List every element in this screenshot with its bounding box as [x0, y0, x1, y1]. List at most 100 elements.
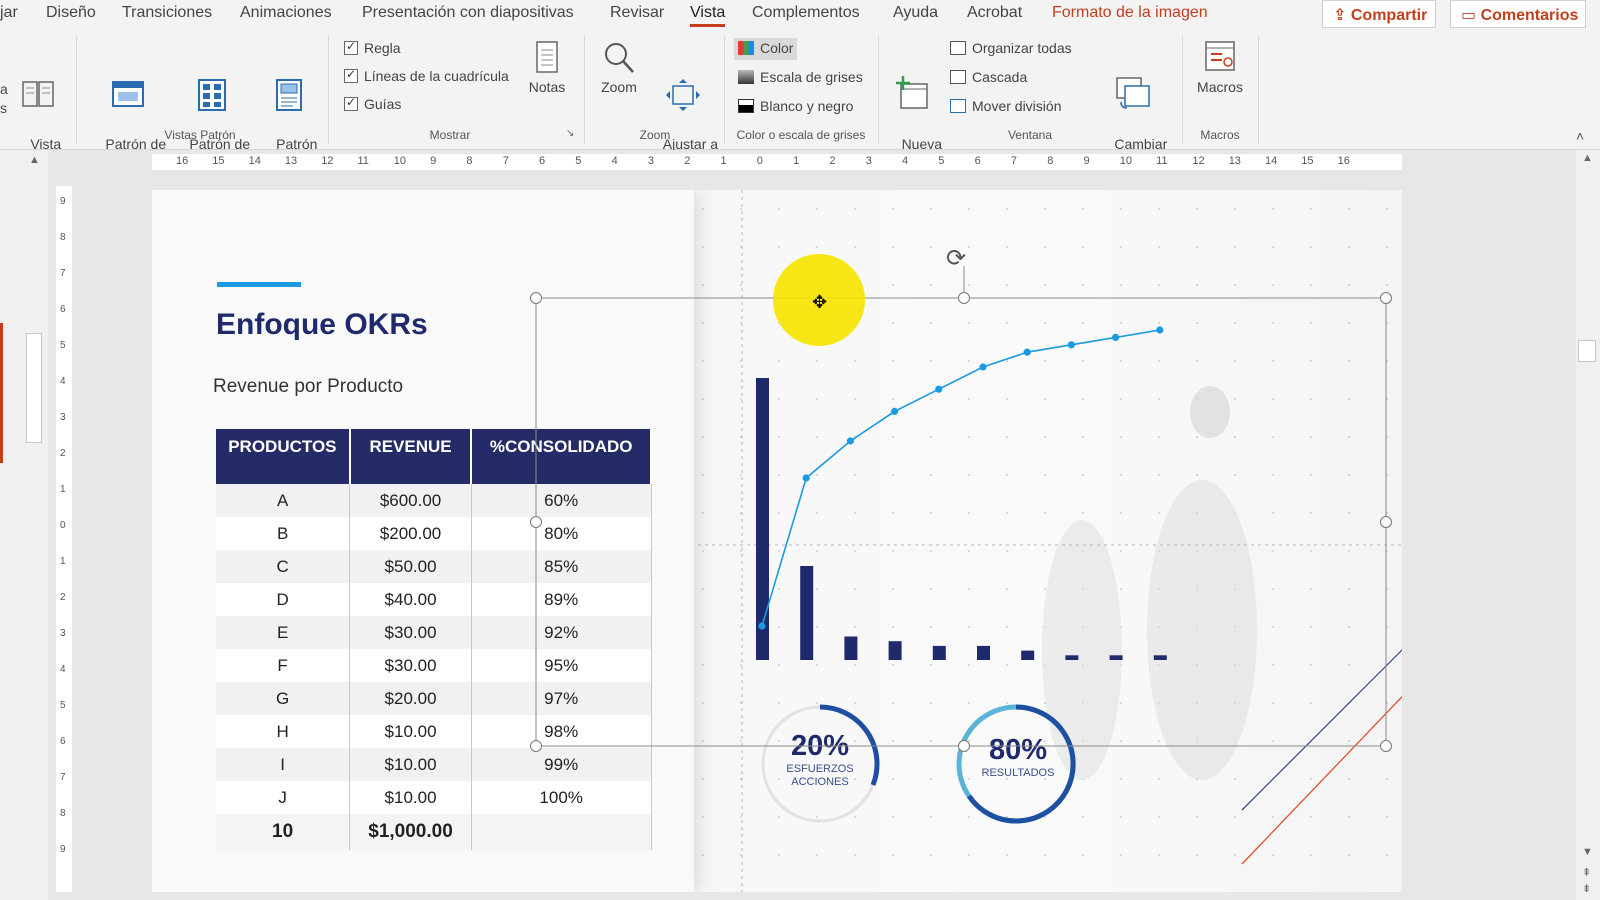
scroll-down-arrow-icon[interactable]: ▼	[1582, 846, 1593, 858]
resize-handle-right[interactable]	[1380, 516, 1392, 528]
tab-revisar[interactable]: Revisar	[610, 4, 664, 22]
ruler-tick-label: 6	[539, 155, 546, 167]
cumulative-point-J	[1156, 326, 1164, 334]
zoom-button[interactable]: Zoom	[594, 40, 644, 97]
bar-J	[1153, 655, 1167, 660]
tab-formato-imagen[interactable]: Formato de la imagen	[1052, 4, 1208, 22]
tab-ayuda[interactable]: Ayuda	[893, 4, 938, 22]
ruler-tick-label: 9	[60, 844, 66, 855]
ruler-tick-label: 7	[60, 772, 66, 783]
ribbon-separator	[878, 36, 879, 144]
ruler-tick-label: 9	[1083, 155, 1090, 167]
slide-master-icon	[112, 81, 144, 107]
resize-handle-bottom-left[interactable]	[530, 740, 542, 752]
arrange-all-icon	[950, 41, 966, 55]
resize-handle-bottom-right[interactable]	[1380, 740, 1392, 752]
ruler-tick-label: 5	[575, 155, 582, 167]
ruler-tick-label: 5	[60, 340, 66, 351]
rotate-handle-icon[interactable]: ⟳	[946, 244, 966, 273]
ruler-tick-label: 2	[684, 155, 691, 167]
resize-handle-left[interactable]	[530, 516, 542, 528]
move-split-icon	[950, 99, 966, 113]
resize-handle-top[interactable]	[958, 292, 970, 304]
black-white-option-label: Blanco y negro	[760, 98, 854, 114]
move-split-option[interactable]: Mover división	[946, 96, 1065, 118]
resize-handle-top-right[interactable]	[1380, 292, 1392, 304]
cascade-option[interactable]: Cascada	[946, 67, 1031, 89]
ribbon-cut-label: a s	[0, 81, 8, 116]
tab-vista[interactable]: Vista	[690, 4, 726, 27]
scroll-up-arrow-icon[interactable]: ▲	[29, 154, 40, 166]
tab-presentacion[interactable]: Presentación con diapositivas	[362, 4, 574, 22]
share-button[interactable]: ⇪ Compartir	[1322, 0, 1436, 28]
resize-handle-top-left[interactable]	[530, 292, 542, 304]
tab-diseno[interactable]: Diseño	[46, 4, 96, 22]
ruler-tick-label: 6	[974, 155, 981, 167]
ruler-tick-label: 4	[611, 155, 618, 167]
notes-icon	[536, 41, 558, 73]
group-label-mostrar: Mostrar	[429, 128, 471, 142]
ribbon-separator	[584, 36, 585, 144]
ruler-tick-label: 4	[60, 376, 66, 387]
comments-button[interactable]: ▭ Comentarios	[1450, 0, 1586, 28]
color-option[interactable]: Color	[734, 38, 798, 60]
cumulative-point-H	[1067, 341, 1075, 349]
ring-left-caption: ESFUERZOS ACCIONES	[786, 763, 854, 788]
ring-left-percent: 20%	[790, 730, 850, 762]
arrange-all-option[interactable]: Organizar todas	[946, 38, 1076, 60]
ruler-tick-label: 7	[502, 155, 509, 167]
ruler-tick-label: 3	[647, 155, 655, 167]
ring-left: 20% ESFUERZOS ACCIONES	[770, 730, 870, 789]
checkbox-checked-icon	[344, 39, 358, 55]
gridlines-checkbox[interactable]: Líneas de la cuadrícula	[344, 67, 509, 88]
guides-checkbox[interactable]: Guías	[344, 95, 401, 116]
ruler-tick-label: 8	[60, 808, 66, 819]
vertical-scrollbar[interactable]	[1576, 150, 1600, 900]
resize-handle-bottom[interactable]	[958, 740, 970, 752]
ruler-tick-label: 3	[865, 155, 872, 167]
ruler-tick-label: 8	[60, 232, 66, 243]
tab-transiciones[interactable]: Transiciones	[122, 4, 212, 22]
cumulative-point-B	[802, 474, 810, 482]
cascade-label: Cascada	[972, 69, 1028, 85]
ruler-tick-label: 8	[466, 155, 473, 167]
tab-complementos[interactable]: Complementos	[752, 4, 860, 22]
black-white-option[interactable]: Blanco y negro	[734, 96, 857, 118]
macros-icon	[1205, 41, 1235, 71]
thumbnail-scrollbar-thumb[interactable]	[26, 333, 42, 443]
tab-animaciones[interactable]: Animaciones	[240, 4, 332, 22]
notes-master-icon	[276, 79, 302, 111]
ruler-tick-label: 7	[60, 268, 66, 279]
ribbon-separator	[1182, 36, 1183, 144]
ruler-tick-label: 10	[393, 155, 407, 167]
ruler-tick-label: 11	[1156, 155, 1168, 167]
ring-right-caption: RESULTADOS	[981, 767, 1055, 779]
cumulative-point-I	[1112, 333, 1120, 341]
macros-button[interactable]: Macros	[1190, 38, 1250, 97]
ruler-tick-label: 2	[60, 448, 66, 459]
handout-master-icon	[198, 79, 226, 111]
dialog-launcher-icon[interactable]: ↘	[566, 128, 574, 139]
ruler-tick-label: 14	[1265, 155, 1278, 167]
cumulative-point-A	[758, 622, 766, 630]
next-slide-icon[interactable]: ⇟	[1582, 882, 1591, 895]
ruler-tick-label: 3	[60, 412, 66, 423]
ruler-tick-label: 16	[176, 155, 189, 167]
tab-archivo[interactable]: jar	[0, 4, 18, 22]
cumulative-point-G	[1023, 348, 1031, 356]
ruler-tick-label: 15	[212, 155, 225, 167]
tab-acrobat[interactable]: Acrobat	[967, 4, 1022, 22]
ruler-tick-label: 1	[793, 155, 800, 167]
fit-window-icon	[666, 79, 700, 111]
collapse-ribbon-icon[interactable]: ˄	[1576, 128, 1584, 144]
ruler-checkbox[interactable]: Regla	[344, 39, 401, 60]
scrollbar-thumb[interactable]	[1578, 340, 1596, 362]
color-swatch-icon	[738, 41, 754, 55]
ruler-checkbox-label: Regla	[364, 40, 401, 56]
notes-button[interactable]: Notas	[522, 40, 572, 97]
ruler-tick-label: 12	[321, 155, 334, 167]
scroll-up-arrow-icon[interactable]: ▲	[1582, 152, 1593, 164]
grayscale-option[interactable]: Escala de grises	[734, 67, 867, 89]
previous-slide-icon[interactable]: ⇞	[1582, 866, 1591, 879]
checkbox-checked-icon	[344, 95, 358, 111]
